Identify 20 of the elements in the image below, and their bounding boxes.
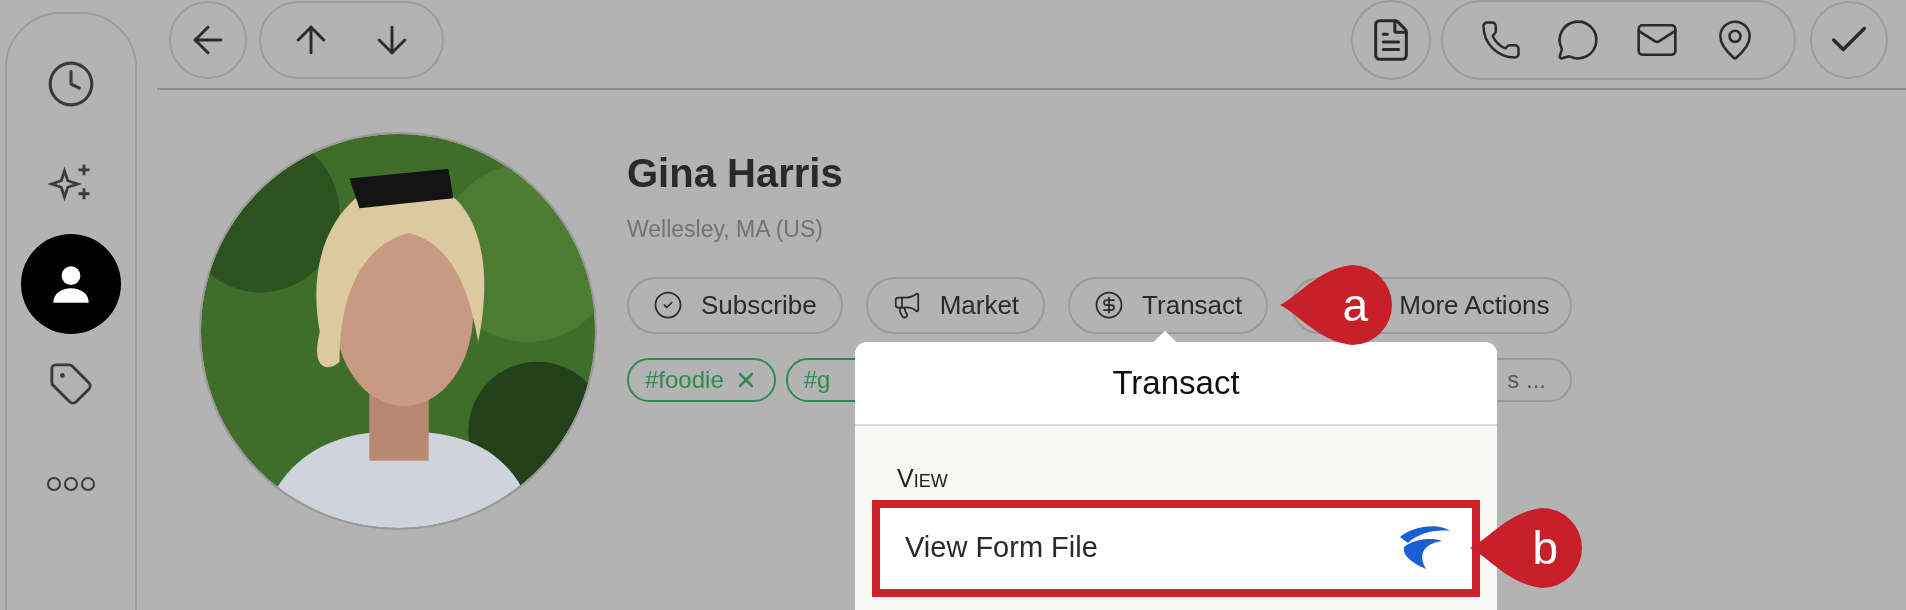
action-button[interactable]: Subscribe <box>627 276 843 334</box>
callout-marker: b <box>1470 508 1582 588</box>
contact-name: Gina Harris <box>627 150 844 197</box>
section-heading: View <box>896 463 949 494</box>
action-button[interactable]: Transact <box>1068 276 1269 334</box>
notes-button[interactable] <box>1351 0 1431 80</box>
coin-icon <box>1094 290 1125 320</box>
tag-icon <box>48 361 94 407</box>
message-button[interactable] <box>1556 18 1601 62</box>
popover-title: Transact <box>855 342 1497 426</box>
action-button[interactable]: Market <box>865 276 1046 334</box>
callout-marker: a <box>1280 265 1392 345</box>
contact-location: Wellesley, MA (US) <box>627 215 824 244</box>
menu-item[interactable]: View Form File <box>872 499 1480 597</box>
back-button[interactable] <box>169 1 247 79</box>
done-button[interactable] <box>1810 1 1888 79</box>
check-circle-icon <box>653 290 683 320</box>
phone-button[interactable] <box>1480 19 1523 61</box>
history-icon <box>46 59 96 109</box>
more-icon <box>46 474 96 494</box>
